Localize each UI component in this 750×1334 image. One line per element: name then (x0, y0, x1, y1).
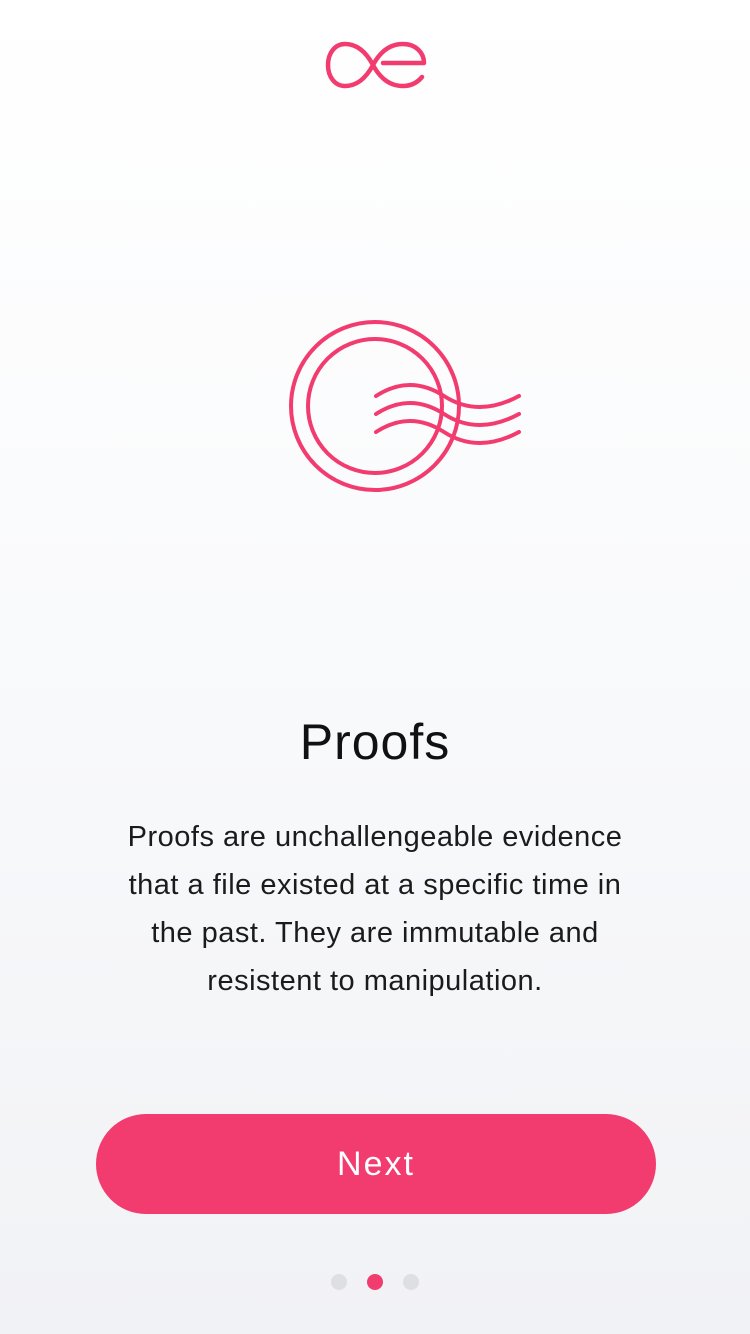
page-dot-1[interactable] (331, 1274, 347, 1290)
page-title: Proofs (299, 714, 451, 770)
page-dot-3[interactable] (403, 1274, 419, 1290)
page-description: Proofs are unchallengeable evidence that… (127, 821, 623, 997)
page-indicator (0, 1274, 750, 1290)
next-button[interactable]: Next (96, 1114, 656, 1214)
brand-logo-icon (325, 41, 427, 89)
page-dot-2-active[interactable] (367, 1274, 383, 1290)
postmark-stamp-icon (289, 320, 521, 492)
onboarding-screen: Proofs Proofs are unchallengeable eviden… (0, 0, 750, 1334)
